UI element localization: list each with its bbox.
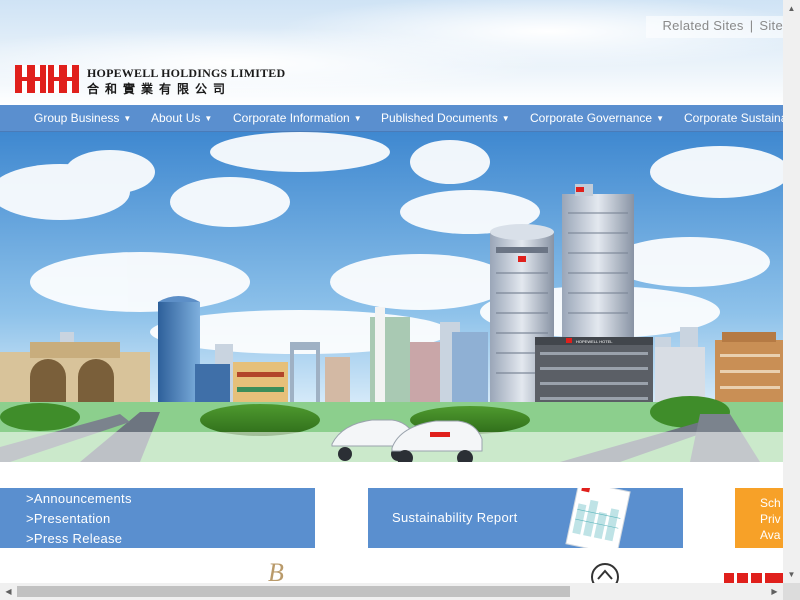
nav-group-business[interactable]: Group Business ▼ [34,105,131,131]
horizontal-scroll-thumb[interactable] [17,586,570,597]
nav-label: Published Documents [381,111,498,125]
nav-label: Group Business [34,111,120,125]
hotel-sign: HOPEWELL HOTEL [576,339,613,344]
promo-line: Priv [760,512,781,526]
svg-text:B: B [268,558,284,583]
top-links-separator: | [749,18,754,33]
promo-line: Ava [760,528,781,542]
caret-down-icon: ▼ [353,114,362,123]
scroll-right-arrow-icon[interactable]: ▶ [766,583,783,600]
sustainability-report-label: Sustainability Report [392,510,518,525]
scroll-up-arrow-icon[interactable]: ▲ [783,0,800,17]
caret-down-icon: ▼ [123,114,132,123]
scroll-down-arrow-icon[interactable]: ▼ [783,566,800,583]
vertical-scrollbar[interactable]: ▲ ▼ [783,0,800,583]
caret-down-icon: ▼ [501,114,510,123]
nav-corporate-information[interactable]: Corporate Information ▼ [233,105,362,131]
main-nav: Group Business ▼ About Us ▼ Corporate Info… [0,105,783,132]
hero-banner: HOPEWELL HOTEL [0,132,783,462]
nav-about-us[interactable]: About Us ▼ [151,105,212,131]
hopewell-logo[interactable]: HOPEWELL HOLDINGS LIMITED 合和實業有限公司 [15,65,290,96]
hh-logo-small-icon[interactable] [724,573,783,583]
panda-hotel-logo-icon[interactable]: B [268,558,284,583]
caret-down-icon: ▼ [204,114,213,123]
nav-label: Corporate Governance [530,111,653,125]
nav-label: Corporate Sustaina [684,111,783,125]
circular-emblem-icon[interactable] [591,563,619,583]
nav-label: Corporate Information [233,111,350,125]
caret-down-icon: ▼ [656,114,664,123]
sustainability-report-box[interactable]: Sustainability Report [368,488,683,548]
horizontal-scrollbar[interactable]: ◀ ▶ [0,583,783,600]
presentation-link[interactable]: >Presentation [26,511,110,526]
scrollbar-corner [783,583,800,600]
nav-label: About Us [151,111,201,125]
press-release-link[interactable]: >Press Release [26,531,122,546]
logo-chinese-name: 合和實業有限公司 [87,82,232,96]
hh-logo-icon [15,65,79,93]
promo-line: Sch [760,496,781,510]
report-cover-icon [565,488,631,548]
top-links: Related Sites | Site [646,16,783,38]
announcements-box: >Announcements >Presentation >Press Rele… [0,488,315,548]
nav-corporate-governance[interactable]: Corporate Governance ▼ [530,105,664,131]
partner-logos: B [0,555,783,583]
nav-published-documents[interactable]: Published Documents ▼ [381,105,510,131]
announcements-link[interactable]: >Announcements [26,491,132,506]
page: Related Sites | Site HOPEWELL HOLDINGS LIM… [0,0,783,583]
site-link[interactable]: Site [759,18,783,33]
related-sites-link[interactable]: Related Sites [662,18,743,33]
promo-box[interactable]: Sch Priv Ava [735,488,783,548]
city-skyline-illustration: HOPEWELL HOTEL [0,132,783,462]
logo-english-name: HOPEWELL HOLDINGS LIMITED [87,66,286,80]
scroll-left-arrow-icon[interactable]: ◀ [0,583,17,600]
nav-corporate-sustainability[interactable]: Corporate Sustaina [684,105,783,131]
